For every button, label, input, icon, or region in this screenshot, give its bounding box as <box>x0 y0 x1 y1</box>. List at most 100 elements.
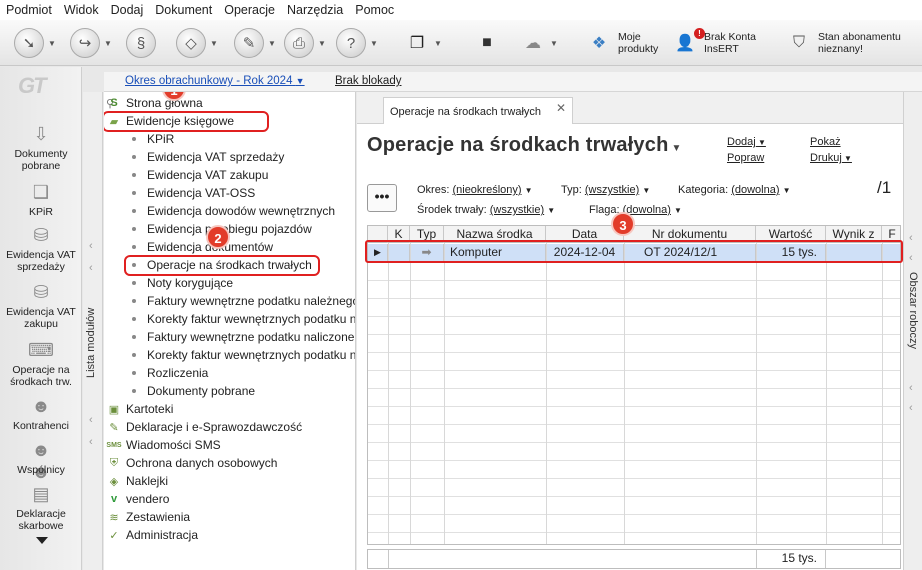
tree-item-deklaracje[interactable]: ✎ Deklaracje i e-Sprawozdawczość <box>106 418 302 436</box>
tree-item-korekty-wew-naliczone[interactable]: Korekty faktur wewnętrznych podatku nali… <box>132 346 356 364</box>
filter-srodek-value[interactable]: (wszystkie) <box>490 204 544 216</box>
obszar-roboczy-label: Obszar roboczy <box>907 272 919 350</box>
toolbar-box-button[interactable]: ■ <box>474 26 500 60</box>
chevron-down-icon[interactable]: ▼ <box>642 186 650 195</box>
dodaj-button[interactable]: Dodaj ▼ <box>727 136 766 148</box>
bullet-icon <box>132 155 136 159</box>
chevron-down-icon[interactable]: ▼ <box>104 39 112 48</box>
tree-item-kartoteki[interactable]: ▣ Kartoteki <box>106 400 174 418</box>
toolbar-signature-button[interactable]: § <box>126 26 156 60</box>
brak-blokady-link[interactable]: Brak blokady <box>335 75 401 87</box>
tree-item-ewidencja-dokumentow[interactable]: Ewidencja dokumentów <box>132 238 273 256</box>
tree-item-administracja[interactable]: ✓ Administracja <box>106 526 198 544</box>
filter-typ-value[interactable]: (wszystkie) <box>585 184 639 196</box>
menu-pomoc[interactable]: Pomoc <box>355 3 394 17</box>
toolbar-tools-button[interactable]: ✎ ▼ <box>234 26 276 60</box>
module-dokumenty-pobrane[interactable]: ⇩ Dokumenty pobrane <box>0 123 82 172</box>
tree-item-vendero[interactable]: v vendero <box>106 490 169 508</box>
close-icon[interactable]: ✕ <box>556 101 566 115</box>
module-ewidencja-vat-sprzedazy[interactable]: ⛁ Ewidencja VAT sprzedaży <box>0 224 82 273</box>
chevron-down-icon[interactable]: ▼ <box>547 206 555 215</box>
chevron-down-icon[interactable]: ▼ <box>525 186 533 195</box>
toolbar-send-button[interactable]: ➘ ▼ <box>14 26 56 60</box>
empty-row <box>368 479 900 497</box>
chevron-left-icon[interactable]: ‹ <box>89 262 93 274</box>
chevron-down-icon[interactable]: ▼ <box>370 39 378 48</box>
module-deklaracje-skarbowe[interactable]: ▤ Deklaracje skarbowe <box>0 483 82 532</box>
pokaz-button[interactable]: Pokaż <box>810 136 841 148</box>
report-icon: ≋ <box>109 511 119 524</box>
tree-item-naklejki[interactable]: ◈ Naklejki <box>106 472 168 490</box>
chevron-down-icon[interactable]: ▼ <box>550 39 558 48</box>
tree-item-korekty-wew-nalezne[interactable]: Korekty faktur wewnętrznych podatku nale… <box>132 310 355 328</box>
chevron-down-icon[interactable]: ▼ <box>318 39 326 48</box>
tree-item-strona-glowna[interactable]: S Strona główna <box>106 94 202 112</box>
chevron-left-icon[interactable]: ‹ <box>909 232 913 244</box>
chevron-down-icon[interactable]: ▼ <box>48 39 56 48</box>
empty-row <box>368 371 900 389</box>
tree-item-noty-korygujace[interactable]: Noty korygujące <box>132 274 233 292</box>
menu-narzedzia[interactable]: Narzędzia <box>287 3 343 17</box>
grid-line <box>826 243 827 544</box>
module-kpir[interactable]: ❑ KPiR <box>0 181 82 218</box>
chevron-down-icon[interactable]: ▼ <box>210 39 218 48</box>
tree-item-rozliczenia[interactable]: Rozliczenia <box>132 364 208 382</box>
chevron-down-icon[interactable]: ▼ <box>783 186 791 195</box>
tree-item-dowodow-wewnetrznych[interactable]: Ewidencja dowodów wewnętrznych <box>132 202 335 220</box>
tree-item-faktury-wew-nalezne[interactable]: Faktury wewnętrzne podatku należnego <box>132 292 355 310</box>
okres-label: Okres obrachunkowy - Rok 2024 <box>125 75 293 87</box>
menu-operacje[interactable]: Operacje <box>224 3 275 17</box>
chevron-down-icon[interactable]: ▼ <box>674 206 682 215</box>
chevron-left-icon[interactable]: ‹ <box>89 414 93 426</box>
workspace-side-strip[interactable]: ‹ ‹ Obszar roboczy ‹ ‹ <box>903 92 922 570</box>
module-kontrahenci[interactable]: ☻ Kontrahenci <box>0 395 82 432</box>
tree-item-dokumenty-pobrane[interactable]: Dokumenty pobrane <box>132 382 255 400</box>
chevron-down-icon[interactable]: ▼ <box>434 39 442 48</box>
chevron-left-icon[interactable]: ‹ <box>89 240 93 252</box>
toolbar-brak-konta-button[interactable]: 👤! Brak Konta InsERT <box>672 26 756 60</box>
tab-strip: Operacje na środkach trwałych ✕ <box>357 92 903 124</box>
tree-item-zestawienia[interactable]: ≋ Zestawienia <box>106 508 190 526</box>
module-list-collapse-strip[interactable]: ‹ ‹ Lista modułów ‹ ‹ <box>83 92 103 570</box>
menu-dokument[interactable]: Dokument <box>155 3 212 17</box>
toolbar-moje-produkty-button[interactable]: ❖ Moje produkty <box>586 26 658 60</box>
module-wspolnicy[interactable]: ☻☻ Wspólnicy <box>0 439 82 482</box>
tree-item-ochrona-danych[interactable]: ⛨ Ochrona danych osobowych <box>106 454 278 472</box>
chevron-down-icon: ▼ <box>841 154 852 163</box>
toolbar-stan-abonamentu-button[interactable]: ⛉ Stan abonamentu nieznany! <box>786 26 901 60</box>
menu-widok[interactable]: Widok <box>64 3 99 17</box>
filter-kategoria-value[interactable]: (dowolna) <box>731 184 779 196</box>
tree-item-vat-sprzedazy[interactable]: Ewidencja VAT sprzedaży <box>132 148 284 166</box>
menu-dodaj[interactable]: Dodaj <box>111 3 144 17</box>
toolbar-print-button[interactable]: ⎙ ▼ <box>284 26 326 60</box>
toolbar-cloud-button[interactable]: ☁ ▼ <box>520 26 558 60</box>
tree-item-wiadomosci-sms[interactable]: SMS Wiadomości SMS <box>106 436 220 454</box>
tree-item-kpir[interactable]: KPiR <box>132 130 174 148</box>
s-icon: S <box>110 97 118 109</box>
chevron-left-icon[interactable]: ‹ <box>89 436 93 448</box>
toolbar-help-button[interactable]: ? ▼ <box>336 26 378 60</box>
tab-operacje-na-srodkach[interactable]: Operacje na środkach trwałych ✕ <box>383 97 573 124</box>
toolbar-copy-button[interactable]: ❐ ▼ <box>404 26 442 60</box>
scroll-down-arrow-icon[interactable] <box>36 537 48 544</box>
tree-item-label: Korekty faktur wewnętrznych podatku nali… <box>147 348 356 362</box>
tree-item-faktury-wew-naliczone[interactable]: Faktury wewnętrzne podatku naliczonego <box>132 328 355 346</box>
drukuj-button[interactable]: Drukuj ▼ <box>810 152 852 164</box>
chevron-left-icon[interactable]: ‹ <box>909 252 913 264</box>
chevron-left-icon[interactable]: ‹ <box>909 382 913 394</box>
chevron-left-icon[interactable]: ‹ <box>909 402 913 414</box>
popraw-button[interactable]: Popraw <box>727 152 764 164</box>
chevron-down-icon[interactable]: ▼ <box>268 39 276 48</box>
tree-item-vat-oss[interactable]: Ewidencja VAT-OSS <box>132 184 255 202</box>
module-ewidencja-vat-zakupu[interactable]: ⛁ Ewidencja VAT zakupu <box>0 281 82 330</box>
more-options-button[interactable]: ••• <box>367 184 397 212</box>
okres-obrachunkowy-link[interactable]: Okres obrachunkowy - Rok 2024 ▼ <box>125 75 305 87</box>
menu-podmiot[interactable]: Podmiot <box>6 3 52 17</box>
filter-okres-value[interactable]: (nieokreślony) <box>452 184 521 196</box>
module-operacje-na-srodkach[interactable]: ⌨ Operacje na środkach trw. <box>0 339 82 388</box>
toolbar-eraser-button[interactable]: ◇ ▼ <box>176 26 218 60</box>
chevron-down-icon[interactable]: ▼ <box>668 143 681 154</box>
admin-icon: ✓ <box>109 529 119 542</box>
toolbar-forward-button[interactable]: ↪ ▼ <box>70 26 112 60</box>
tree-item-vat-zakupu[interactable]: Ewidencja VAT zakupu <box>132 166 268 184</box>
